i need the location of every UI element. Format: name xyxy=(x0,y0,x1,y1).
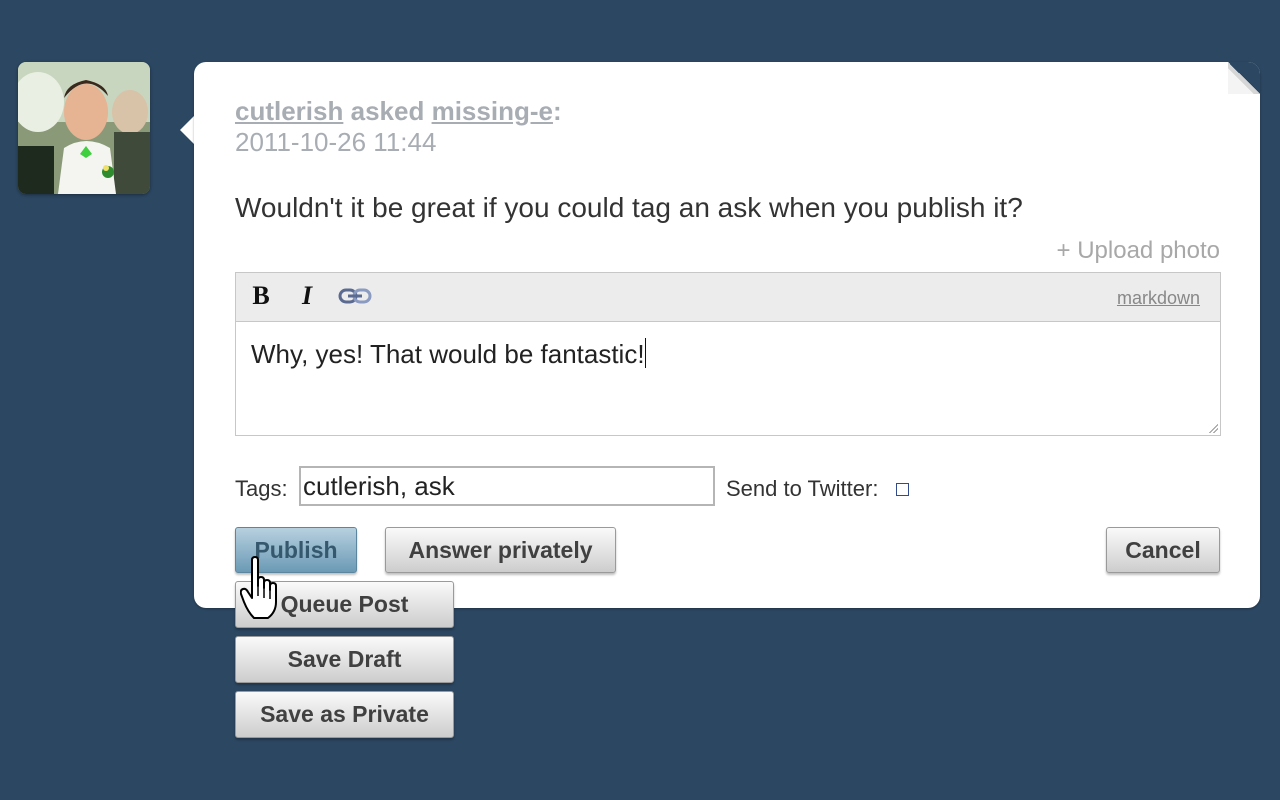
save-draft-button[interactable]: Save Draft xyxy=(235,636,454,683)
answer-privately-button[interactable]: Answer privately xyxy=(385,527,616,573)
asker-line-colon: : xyxy=(552,96,562,126)
recipient-link[interactable]: missing-e xyxy=(432,96,553,126)
markdown-link[interactable]: markdown xyxy=(1117,288,1200,309)
question-text: Wouldn't it be great if you could tag an… xyxy=(235,192,1023,223)
answer-editor: B I markdown Why, yes! That would be fan… xyxy=(235,272,1221,436)
tags-input[interactable]: cutlerish, ask xyxy=(299,466,715,506)
bold-button[interactable]: B xyxy=(250,281,272,311)
insert-link-button[interactable] xyxy=(338,281,372,311)
avatar-photo xyxy=(18,62,150,194)
ask-answer-card: cutlerish asked missing-e: 2011-10-26 11… xyxy=(194,62,1260,608)
send-to-twitter-checkbox[interactable] xyxy=(896,483,909,496)
asker-avatar[interactable] xyxy=(18,62,150,194)
editor-toolbar: B I markdown xyxy=(236,273,1220,322)
asker-link[interactable]: cutlerish xyxy=(235,96,343,126)
text-caret xyxy=(644,338,646,368)
asked-verb: asked xyxy=(350,96,425,126)
answer-text: Why, yes! That would be fantastic! xyxy=(251,339,645,369)
card-pointer xyxy=(180,116,194,144)
dogear-corner xyxy=(1228,62,1260,94)
publish-button[interactable]: Publish xyxy=(235,527,357,573)
resize-handle-icon[interactable] xyxy=(1208,423,1218,433)
cancel-button[interactable]: Cancel xyxy=(1106,527,1220,573)
send-to-twitter-label: Send to Twitter: xyxy=(726,476,879,501)
asker-line: cutlerish asked missing-e: xyxy=(235,96,562,127)
italic-button[interactable]: I xyxy=(296,281,318,311)
queue-post-button[interactable]: Queue Post xyxy=(235,581,454,628)
link-icon xyxy=(338,288,372,304)
upload-photo-link[interactable]: + Upload photo xyxy=(1057,237,1220,265)
tags-label: Tags: xyxy=(235,476,288,501)
answer-textarea[interactable]: Why, yes! That would be fantastic! xyxy=(236,322,1220,434)
save-as-private-button[interactable]: Save as Private xyxy=(235,691,454,738)
post-timestamp: 2011-10-26 11:44 xyxy=(235,127,437,157)
